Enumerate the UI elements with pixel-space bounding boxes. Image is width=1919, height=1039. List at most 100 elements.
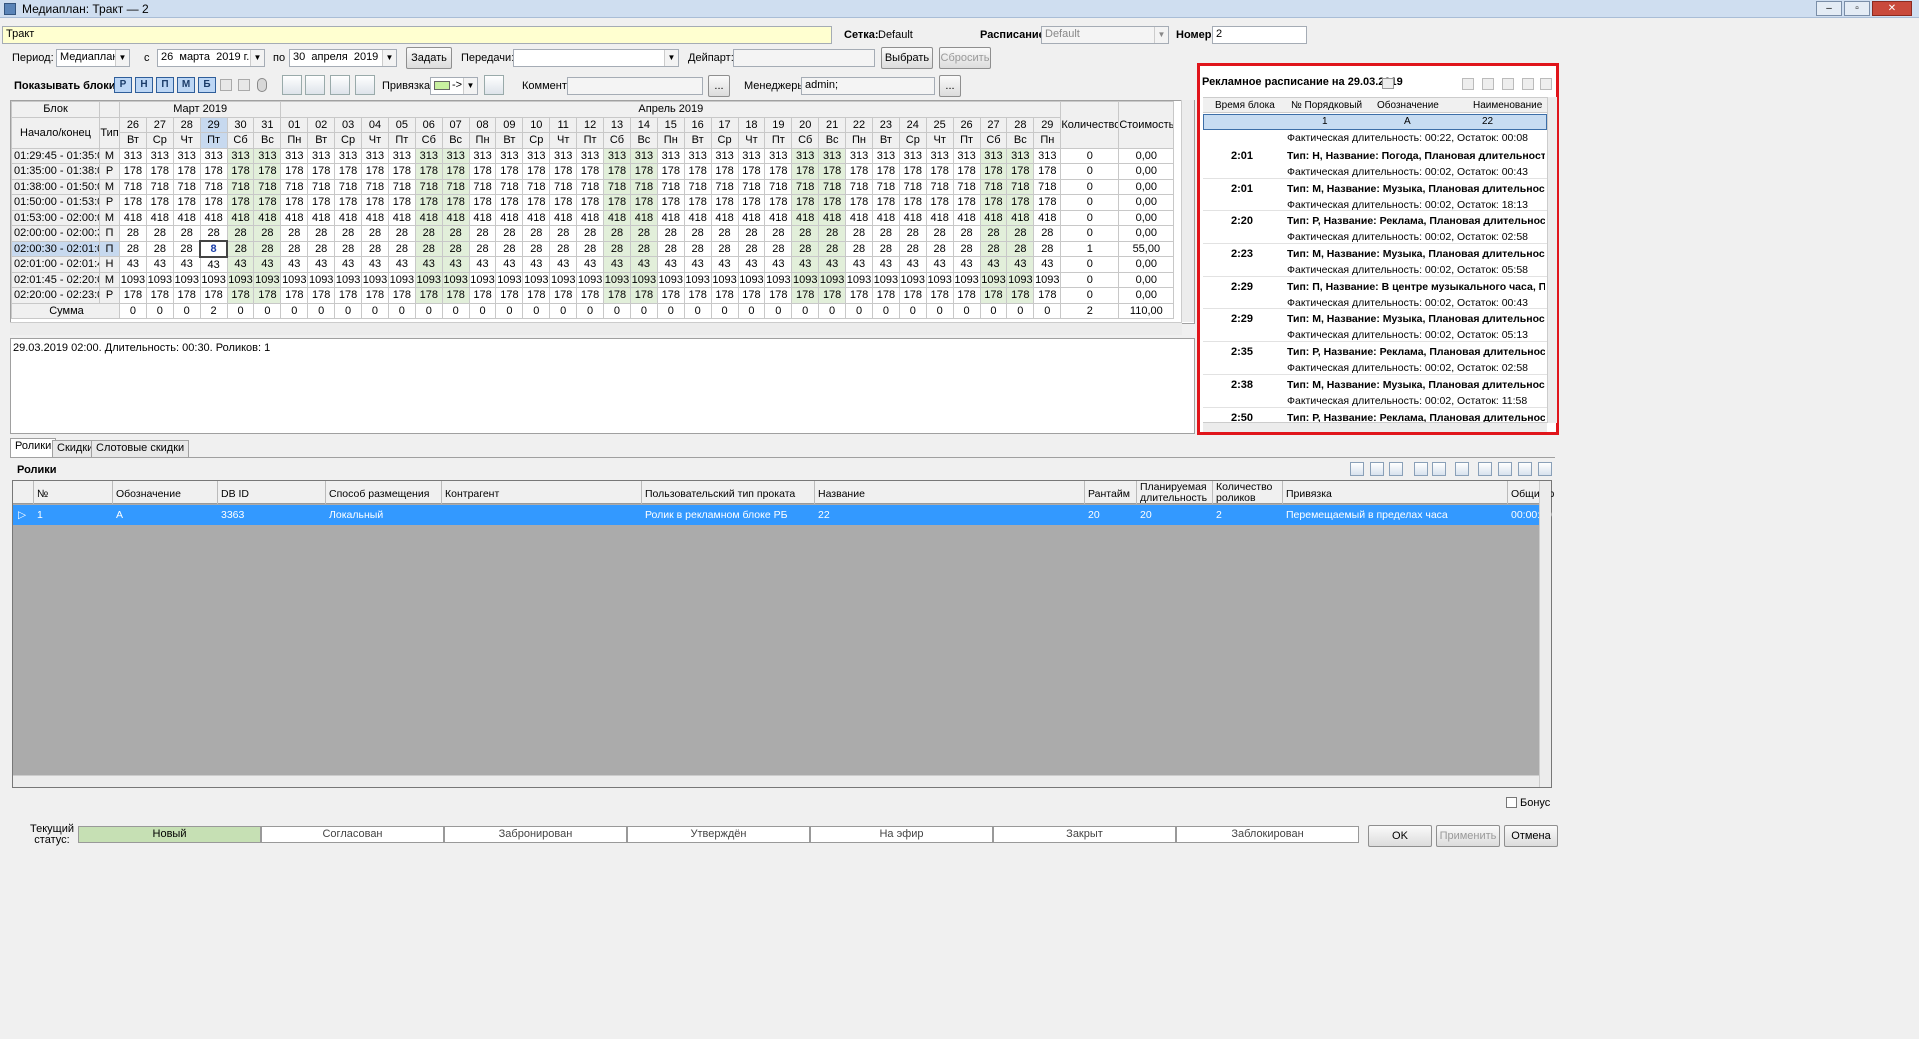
grid-cell[interactable]: 43 bbox=[629, 256, 658, 273]
grid-cell[interactable]: 28 bbox=[683, 225, 712, 242]
grid-cell[interactable]: 43 bbox=[495, 256, 524, 273]
grid-cell[interactable]: 313 bbox=[334, 147, 363, 164]
grid-cell[interactable]: 1093 bbox=[603, 271, 631, 288]
grid-cell[interactable]: 178 bbox=[818, 194, 847, 211]
grid-cell[interactable]: 418 bbox=[280, 209, 309, 226]
grid-cell[interactable]: 313 bbox=[145, 147, 174, 164]
grid-cell[interactable]: 28 bbox=[737, 240, 766, 257]
grid-cell[interactable]: 418 bbox=[576, 209, 605, 226]
tab-rolls[interactable]: Ролики bbox=[10, 438, 57, 457]
block-toggle-p[interactable]: П bbox=[156, 77, 174, 93]
grid-cell[interactable]: 28 bbox=[414, 240, 443, 257]
grid-cell[interactable]: 28 bbox=[522, 225, 551, 242]
grid-cell[interactable]: 178 bbox=[737, 194, 766, 211]
grid-cell[interactable]: 178 bbox=[925, 163, 954, 180]
grid-cell[interactable]: 178 bbox=[549, 194, 578, 211]
grid-cell[interactable]: 418 bbox=[253, 209, 282, 226]
grid-cell[interactable]: 178 bbox=[1006, 287, 1035, 304]
grid-cell[interactable]: 1093 bbox=[145, 271, 174, 288]
grid-cell[interactable]: 178 bbox=[576, 194, 605, 211]
grid-cell[interactable]: 43 bbox=[522, 256, 551, 273]
grid-cell[interactable]: 178 bbox=[576, 163, 605, 180]
grid-cell[interactable]: 313 bbox=[683, 147, 712, 164]
grid-cell[interactable]: 718 bbox=[656, 178, 685, 195]
grid-cell[interactable]: 313 bbox=[387, 147, 416, 164]
grid-cell[interactable]: 178 bbox=[468, 194, 497, 211]
grid-cell[interactable]: 718 bbox=[387, 178, 416, 195]
grid-cell[interactable]: 178 bbox=[441, 163, 470, 180]
grid-cell[interactable]: 43 bbox=[576, 256, 605, 273]
grid-cell[interactable]: 28 bbox=[414, 225, 443, 242]
grid-cell[interactable]: 313 bbox=[603, 147, 631, 164]
grid-cell[interactable]: 1093 bbox=[925, 271, 954, 288]
block-toggle-n[interactable]: Н bbox=[135, 77, 153, 93]
grid-cell[interactable]: 178 bbox=[226, 194, 255, 211]
grid-cell[interactable]: 178 bbox=[549, 163, 578, 180]
grid-cell[interactable]: 178 bbox=[307, 194, 336, 211]
grid-cell[interactable]: 28 bbox=[925, 225, 954, 242]
grid-cell[interactable]: 178 bbox=[710, 194, 739, 211]
grid-cell[interactable]: 178 bbox=[172, 287, 201, 304]
grid-cell[interactable]: 28 bbox=[387, 225, 416, 242]
grid-cell[interactable]: 28 bbox=[172, 240, 201, 257]
grid-cell-current[interactable]: 8 bbox=[199, 240, 229, 258]
grid-cell[interactable]: 28 bbox=[253, 225, 282, 242]
toolbar-icon-4[interactable] bbox=[1522, 78, 1534, 90]
column-separator[interactable] bbox=[33, 481, 34, 504]
grid-cell[interactable]: 1093 bbox=[414, 271, 443, 288]
day-header[interactable]: 25 bbox=[925, 116, 954, 133]
table-row[interactable]: 01:29:45 - 01:35:00М31331331331331331331… bbox=[11, 147, 1175, 164]
grid-cell[interactable]: 313 bbox=[549, 147, 578, 164]
delete-icon[interactable] bbox=[1538, 462, 1552, 476]
ad-schedule-horizontal-scrollbar[interactable] bbox=[1203, 422, 1547, 432]
grid-cell[interactable]: 178 bbox=[871, 163, 900, 180]
grid-cell[interactable]: 178 bbox=[280, 287, 309, 304]
grid-cell[interactable]: 178 bbox=[1033, 163, 1062, 180]
day-header[interactable]: 26 bbox=[119, 116, 147, 133]
table-row[interactable]: 1 А 3363 Локальный Ролик в рекламном блоке Р… bbox=[13, 505, 1552, 525]
grid-cell[interactable]: 28 bbox=[656, 240, 685, 257]
grid-cell[interactable]: 313 bbox=[791, 147, 820, 164]
grid-cell[interactable]: 43 bbox=[656, 256, 685, 273]
grid-cell[interactable]: 28 bbox=[334, 240, 363, 257]
grid-cell[interactable]: 28 bbox=[145, 225, 174, 242]
day-header[interactable]: 11 bbox=[549, 116, 578, 133]
grid-cell[interactable]: 43 bbox=[952, 256, 981, 273]
grid-cell[interactable]: 178 bbox=[845, 194, 873, 211]
day-header[interactable]: 30 bbox=[226, 116, 255, 133]
grid-cell[interactable]: 418 bbox=[764, 209, 793, 226]
grid-cell[interactable]: 28 bbox=[280, 225, 309, 242]
grid-cell[interactable]: 178 bbox=[898, 194, 927, 211]
block-toggle-b[interactable]: Б bbox=[198, 77, 216, 93]
grid-cell[interactable]: 43 bbox=[898, 256, 927, 273]
grid-view-icon[interactable] bbox=[220, 79, 232, 91]
grid-cell[interactable]: 43 bbox=[1006, 256, 1035, 273]
grid-cell[interactable]: 313 bbox=[361, 147, 389, 164]
grid-cell[interactable]: 718 bbox=[226, 178, 255, 195]
grid-cell[interactable]: 28 bbox=[172, 225, 201, 242]
grid-cell[interactable]: 178 bbox=[522, 287, 551, 304]
day-header[interactable]: 29 bbox=[199, 116, 228, 133]
grid-cell[interactable]: 28 bbox=[710, 225, 739, 242]
grid-cell[interactable]: 1093 bbox=[468, 271, 497, 288]
grid-cell[interactable]: 313 bbox=[414, 147, 443, 164]
day-header[interactable]: 03 bbox=[334, 116, 363, 133]
grid-cell[interactable]: 43 bbox=[683, 256, 712, 273]
grid-cell[interactable]: 313 bbox=[495, 147, 524, 164]
apply-button[interactable]: Применить bbox=[1436, 825, 1500, 847]
cancel-button[interactable]: Отмена bbox=[1504, 825, 1558, 847]
grid-cell[interactable]: 718 bbox=[441, 178, 470, 195]
grid-cell[interactable]: 418 bbox=[871, 209, 900, 226]
grid-cell[interactable]: 178 bbox=[710, 287, 739, 304]
grid-cell[interactable]: 28 bbox=[495, 225, 524, 242]
grid-cell[interactable]: 43 bbox=[441, 256, 470, 273]
grid-cell[interactable]: 178 bbox=[1006, 194, 1035, 211]
grid-cell[interactable]: 28 bbox=[1006, 225, 1035, 242]
grid-cell[interactable]: 178 bbox=[387, 163, 416, 180]
list-item[interactable]: 2:50 Тип: Р, Название: Реклама, Плановая … bbox=[1203, 408, 1547, 423]
grid-cell[interactable]: 313 bbox=[952, 147, 981, 164]
grid-cell[interactable]: 313 bbox=[979, 147, 1008, 164]
grid-cell[interactable]: 718 bbox=[818, 178, 847, 195]
day-header[interactable]: 04 bbox=[361, 116, 389, 133]
day-header[interactable]: 12 bbox=[576, 116, 605, 133]
